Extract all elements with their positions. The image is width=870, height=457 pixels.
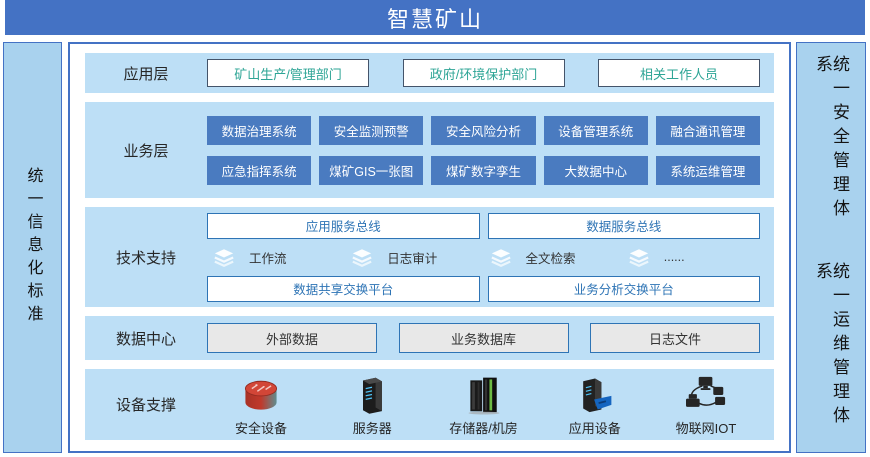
page-title: 智慧矿山 (5, 0, 865, 35)
iot-network-icon (684, 373, 728, 415)
architecture-diagram: 应用层 矿山生产/管理部门 政府/环境保护部门 相关工作人员 业务层 数据治理系… (68, 42, 791, 453)
business-box-data-governance: 数据治理系统 (207, 116, 311, 145)
business-box-big-data-center: 大数据中心 (544, 156, 648, 185)
equipment-security-device: 安全设备 (213, 373, 309, 437)
application-layer-label: 应用层 (85, 63, 207, 84)
app-device-icon (575, 373, 615, 415)
equipment-label: 设备支撑 (85, 394, 207, 415)
business-box-risk-analysis: 安全风险分析 (431, 116, 535, 145)
layers-icon (351, 248, 373, 267)
data-center-boxes: 外部数据 业务数据库 日志文件 (207, 323, 760, 353)
security-device-icon (239, 373, 283, 415)
right-sidebar: 统一安全管理体系 统一运维管理体系 (796, 42, 866, 453)
middleware-workflow: 工作流 (207, 248, 345, 267)
tech-support-content: 应用服务总线 数据服务总线 工作流 (207, 213, 760, 302)
layers-icon (213, 248, 235, 267)
business-layer-row: 业务层 数据治理系统 安全监测预警 安全风险分析 设备管理系统 融合通讯管理 应… (85, 102, 774, 198)
middleware-workflow-label: 工作流 (249, 248, 287, 267)
left-sidebar-text: 统一信息化标准 (25, 167, 41, 328)
left-sidebar: 统一信息化标准 (3, 42, 62, 453)
business-box-device-management: 设备管理系统 (544, 116, 648, 145)
business-layer-label: 业务层 (85, 140, 207, 161)
iot-label: 物联网IOT (676, 418, 737, 437)
layers-icon (490, 248, 512, 267)
app-device-label: 应用设备 (569, 418, 621, 437)
business-systems: 数据治理系统 安全监测预警 安全风险分析 设备管理系统 融合通讯管理 应急指挥系… (207, 116, 760, 185)
business-box-gis-map: 煤矿GIS一张图 (319, 156, 423, 185)
storage-label: 存储器/机房 (449, 418, 518, 437)
business-box-emergency-command: 应急指挥系统 (207, 156, 311, 185)
business-box-system-ops: 系统运维管理 (656, 156, 760, 185)
security-device-label: 安全设备 (235, 418, 287, 437)
business-database-box: 业务数据库 (399, 323, 569, 353)
business-box-digital-twin: 煤矿数字孪生 (431, 156, 535, 185)
middleware-fulltext-search-label: 全文检索 (526, 248, 576, 267)
right-sidebar-text-ops: 统一运维管理体系 (814, 262, 848, 453)
layers-icon (628, 248, 650, 267)
data-center-label: 数据中心 (85, 328, 207, 349)
middleware-more: ...... (622, 248, 760, 267)
app-service-bus-box: 应用服务总线 (207, 213, 480, 239)
middleware-log-audit: 日志审计 (345, 248, 483, 267)
exchange-platform-row: 数据共享交换平台 业务分析交换平台 (207, 276, 760, 302)
equipment-items: 安全设备 服务器 (207, 373, 760, 437)
middleware-fulltext-search: 全文检索 (484, 248, 622, 267)
data-center-layer-row: 数据中心 外部数据 业务数据库 日志文件 (85, 316, 774, 360)
application-boxes: 矿山生产/管理部门 政府/环境保护部门 相关工作人员 (207, 59, 760, 87)
application-box-gov-dept: 政府/环境保护部门 (403, 59, 565, 87)
server-label: 服务器 (353, 418, 392, 437)
business-analysis-platform-box: 业务分析交换平台 (488, 276, 761, 302)
equipment-storage: 存储器/机房 (436, 373, 532, 437)
application-box-staff: 相关工作人员 (598, 59, 760, 87)
application-layer-row: 应用层 矿山生产/管理部门 政府/环境保护部门 相关工作人员 (85, 53, 774, 93)
middleware-more-label: ...... (664, 250, 685, 264)
log-file-box: 日志文件 (590, 323, 760, 353)
storage-rack-icon (464, 373, 504, 415)
external-data-box: 外部数据 (207, 323, 377, 353)
equipment-layer-row: 设备支撑 (85, 369, 774, 440)
equipment-iot: 物联网IOT (658, 373, 754, 437)
data-sharing-platform-box: 数据共享交换平台 (207, 276, 480, 302)
tech-support-label: 技术支持 (85, 247, 207, 268)
right-sidebar-text-security: 统一安全管理体系 (814, 55, 848, 246)
equipment-server: 服务器 (324, 373, 420, 437)
tech-support-layer-row: 技术支持 应用服务总线 数据服务总线 工作流 (85, 207, 774, 307)
equipment-app-device: 应用设备 (547, 373, 643, 437)
server-icon (354, 373, 390, 415)
application-box-mine-dept: 矿山生产/管理部门 (207, 59, 369, 87)
business-box-comms-management: 融合通讯管理 (656, 116, 760, 145)
middleware-row: 工作流 日志审计 (207, 248, 760, 267)
data-service-bus-box: 数据服务总线 (488, 213, 761, 239)
middleware-log-audit-label: 日志审计 (387, 248, 437, 267)
service-bus-row: 应用服务总线 数据服务总线 (207, 213, 760, 239)
business-box-safety-monitoring: 安全监测预警 (319, 116, 423, 145)
